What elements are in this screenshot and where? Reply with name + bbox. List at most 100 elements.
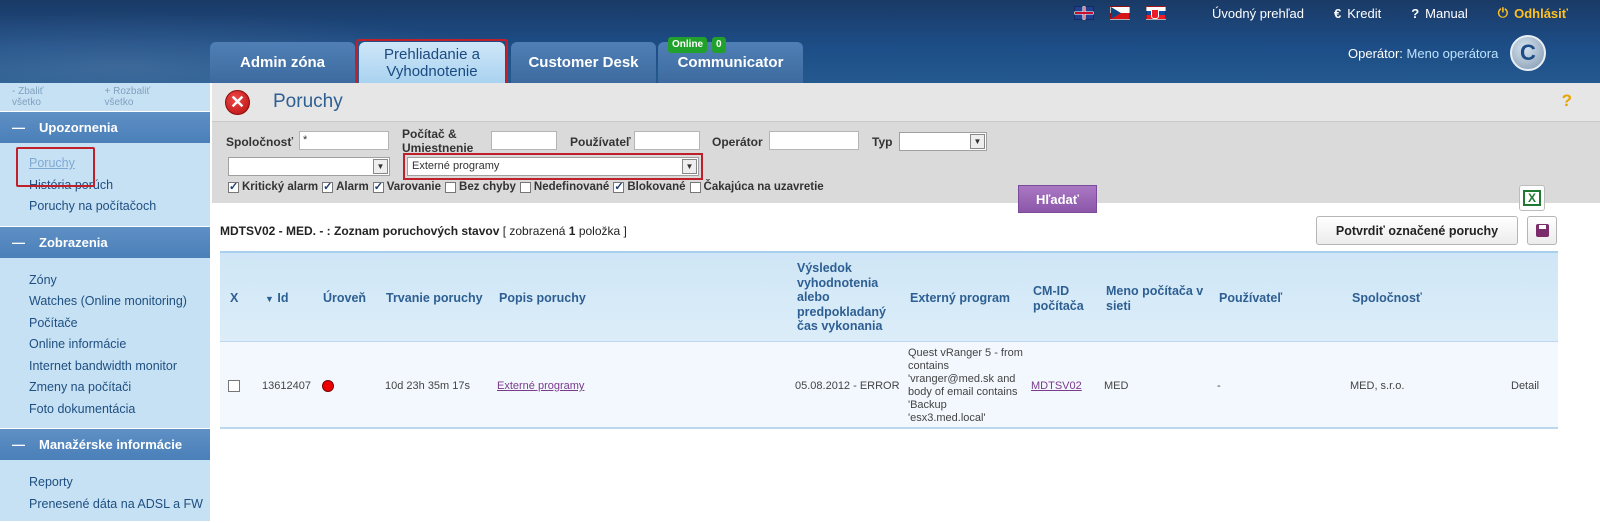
sidebar-item-watches[interactable]: Watches (Online monitoring) <box>29 291 210 313</box>
sidebar-item-faults[interactable]: Poruchy <box>16 147 210 187</box>
credit-link[interactable]: € Kredit <box>1334 6 1381 21</box>
sidebar-item-online-info[interactable]: Online informácie <box>29 334 210 356</box>
flag-sk-icon[interactable] <box>1146 6 1167 20</box>
table-header: X ▼ Id Úroveň Trvanie poruchy Popis poru… <box>220 251 1558 341</box>
row-result: 05.08.2012 - ERROR <box>795 380 900 392</box>
tab-admin-zone[interactable]: Admin zóna <box>210 42 355 83</box>
row-detail-link[interactable]: Detail <box>1511 380 1539 393</box>
row-company: MED, s.r.o. <box>1350 380 1405 392</box>
operator-info: Operátor: Meno operátora <box>1348 46 1498 61</box>
section-alerts[interactable]: — Upozornenia <box>0 111 210 143</box>
flag-uk-icon[interactable] <box>1074 6 1095 20</box>
confirm-faults-button[interactable]: Potvrdiť označené poruchy <box>1316 216 1518 245</box>
chevron-down-icon: ▼ <box>970 134 985 149</box>
save-button[interactable] <box>1527 216 1557 245</box>
page-title: Poruchy <box>273 91 343 112</box>
sidebar-item-zones[interactable]: Zóny <box>29 270 210 292</box>
manual-label: Manual <box>1425 5 1468 21</box>
checkbox-label: Bez chyby <box>459 181 516 193</box>
item-count: 1 <box>568 224 576 238</box>
sidebar-item-adsl-data[interactable]: Prenesené dáta na ADSL a FW <box>29 494 210 516</box>
collapse-dash-icon: — <box>12 437 25 452</box>
user-input[interactable] <box>634 131 700 150</box>
check-undefined[interactable]: Nedefinované <box>519 181 609 193</box>
checkbox[interactable] <box>228 180 239 193</box>
operator-input[interactable] <box>769 131 859 150</box>
filter-panel: Spoločnosť * Počítač & Umiestnenie Použí… <box>212 121 1600 213</box>
help-icon[interactable]: ? <box>1562 91 1572 111</box>
checkbox[interactable] <box>689 181 701 193</box>
tab-customer-desk[interactable]: Customer Desk <box>511 42 656 83</box>
check-awaiting-close[interactable]: Čakajúca na uzavretie <box>689 181 824 193</box>
sidebar-item-bandwidth[interactable]: Internet bandwidth monitor <box>29 356 210 378</box>
row-external-program: Quest vRanger 5 - from contains 'vranger… <box>908 347 1023 424</box>
col-duration[interactable]: Trvanie poruchy <box>386 291 483 306</box>
overview-label: Úvodný prehľad <box>1212 5 1304 21</box>
tab-label: Admin zóna <box>240 54 325 71</box>
checkbox[interactable] <box>519 181 531 193</box>
manual-link[interactable]: ? Manual <box>1411 6 1468 21</box>
computer-label: Počítač & Umiestnenie <box>402 127 474 155</box>
logo-letter: C <box>1520 40 1536 65</box>
computer-input[interactable] <box>491 131 557 150</box>
section-title: Zobrazenia <box>39 234 108 250</box>
sidebar: - Zbaliť všetko + Rozbaliť všetko — Upozo… <box>0 83 210 521</box>
brand-logo: C <box>1510 35 1546 71</box>
check-no-error[interactable]: Bez chyby <box>445 181 516 193</box>
section-views[interactable]: — Zobrazenia <box>0 225 210 258</box>
sidebar-item-photo-docs[interactable]: Foto dokumentácia <box>29 399 210 421</box>
top-bar: Úvodný prehľad € Kredit ? Manual ⏻ Odhlásiť <box>1074 0 1600 26</box>
col-external-program[interactable]: Externý program <box>910 291 1010 306</box>
collapse-all-link[interactable]: - Zbaliť všetko <box>12 86 87 108</box>
collapse-dash-icon: — <box>12 234 25 250</box>
secondary-select[interactable]: ▼ <box>228 157 390 176</box>
check-alarm[interactable]: Alarm <box>322 180 369 193</box>
col-result[interactable]: Výsledok vyhodnotenia alebo predpokladan… <box>797 261 893 334</box>
type-select[interactable]: ▼ <box>899 132 987 151</box>
alerts-list: Poruchy História porúch Poruchy na počít… <box>0 143 210 226</box>
sidebar-item-reports[interactable]: Reporty <box>29 472 210 494</box>
tab-review[interactable]: Prehliadanie a Vyhodnotenie <box>356 39 508 86</box>
row-checkbox[interactable] <box>228 380 240 392</box>
online-badge: Online <box>668 37 708 53</box>
checkbox[interactable] <box>372 180 384 193</box>
operator-name[interactable]: Meno operátora <box>1407 46 1499 61</box>
checkbox[interactable] <box>322 180 334 193</box>
col-level[interactable]: Úroveň <box>323 291 366 306</box>
col-user[interactable]: Používateľ <box>1219 291 1282 306</box>
col-description[interactable]: Popis poruchy <box>499 291 586 306</box>
tab-label: Customer Desk <box>528 54 639 71</box>
sidebar-item-computer-faults[interactable]: Poruchy na počítačoch <box>29 196 210 218</box>
checkbox[interactable] <box>613 180 625 193</box>
list-title: MDTSV02 - MED. - : Zoznam poruchových st… <box>220 224 500 238</box>
sidebar-item-changes[interactable]: Zmeny na počítači <box>29 377 210 399</box>
euro-icon: € <box>1334 5 1342 21</box>
program-type-select[interactable]: Externé programy ▼ <box>403 153 703 180</box>
overview-link[interactable]: Úvodný prehľad <box>1212 6 1304 21</box>
expand-all-link[interactable]: + Rozbaliť všetko <box>105 86 193 108</box>
row-description-link[interactable]: Externé programy <box>497 380 584 393</box>
check-warning[interactable]: Varovanie <box>372 180 441 193</box>
row-cm-id-link[interactable]: MDTSV02 <box>1031 380 1082 393</box>
section-management[interactable]: — Manažérske informácie <box>0 428 210 460</box>
row-id: 13612407 <box>262 380 311 392</box>
company-input[interactable]: * <box>299 131 389 150</box>
table-row[interactable]: 13612407 10d 23h 35m 17s Externé program… <box>220 341 1558 429</box>
col-network-name[interactable]: Meno počítača v sieti <box>1106 284 1206 313</box>
search-button[interactable]: Hľadať <box>1018 185 1097 213</box>
col-company[interactable]: Spoločnosť <box>1352 291 1422 306</box>
message-count-badge: 0 <box>712 37 726 53</box>
col-x[interactable]: X <box>230 291 238 306</box>
flag-cz-icon[interactable] <box>1110 6 1131 20</box>
tab-communicator[interactable]: Online 0 Communicator <box>658 37 803 83</box>
excel-export-button[interactable]: X <box>1519 185 1545 211</box>
col-id[interactable]: ▼ Id <box>265 291 289 307</box>
checkbox[interactable] <box>445 181 457 193</box>
section-title: Upozornenia <box>39 120 118 135</box>
title-bar: ✕ Poruchy ? <box>212 83 1600 121</box>
check-critical-alarm[interactable]: Kritický alarm <box>228 180 318 193</box>
col-cm-id[interactable]: CM-ID počítača <box>1033 284 1093 313</box>
logout-link[interactable]: ⏻ Odhlásiť <box>1498 5 1568 21</box>
check-blocked[interactable]: Blokované <box>613 180 686 193</box>
sidebar-item-computers[interactable]: Počítače <box>29 313 210 335</box>
